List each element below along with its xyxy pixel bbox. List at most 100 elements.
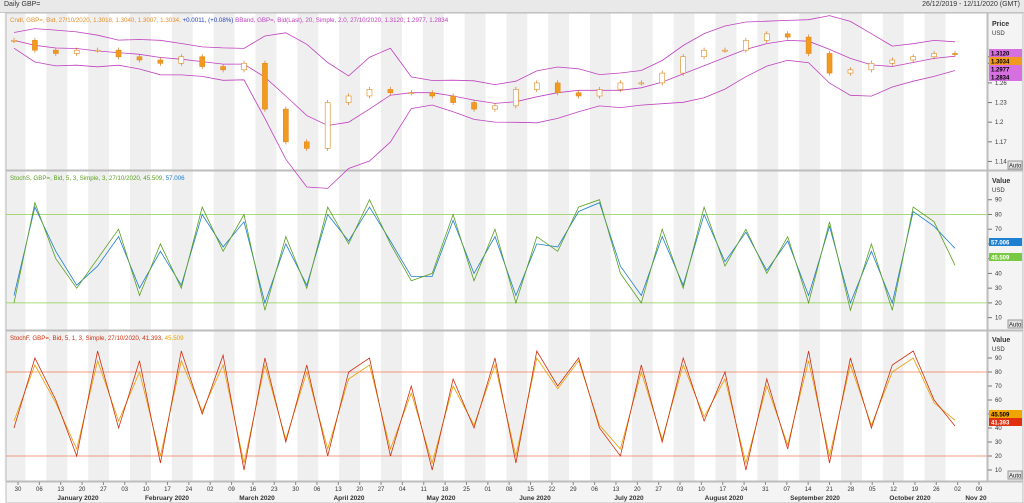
candle-body (94, 49, 101, 52)
candle-body (889, 59, 896, 64)
candle-body (805, 36, 812, 54)
week-band (590, 13, 611, 481)
stoch-slow-y-tick-label: 40 (995, 271, 1002, 277)
candle-body (157, 59, 164, 64)
x-day-label: 14 (805, 487, 812, 493)
legend-entry: (+0.08%) (206, 17, 233, 24)
x-month-label: May 2020 (427, 495, 456, 502)
candle-body (408, 92, 415, 95)
x-day-label: 20 (79, 487, 86, 493)
candle-body (53, 49, 59, 54)
x-day-label: 04 (399, 487, 406, 493)
candle-body (513, 89, 519, 107)
chart-canvas[interactable]: Price USD Value USD Value USD 1.31.291.2… (0, 0, 1024, 503)
week-band (506, 13, 528, 481)
candle-body (763, 33, 770, 41)
x-day-label: 20 (634, 487, 641, 493)
price-auto-label: Auto (1009, 164, 1022, 170)
x-day-label: 29 (570, 487, 577, 493)
stoch-fast-y-tick-label: 40 (995, 426, 1002, 432)
x-day-label: 13 (335, 487, 342, 493)
candle-body (847, 69, 854, 74)
x-day-label: 25 (463, 487, 470, 493)
candle-body (492, 105, 498, 110)
week-band (882, 13, 904, 481)
price-last-bb-upper-text: 1.3120 (991, 52, 1010, 58)
x-day-label: 20 (356, 487, 363, 493)
candle-body (324, 102, 331, 149)
stoch-slow-panel[interactable] (5, 170, 988, 331)
candle-body (701, 49, 707, 58)
legend-entry: StochS, GBP=, Bid, 5, 3, Simple, 3, 27/1… (10, 175, 164, 182)
x-day-label: 15 (527, 487, 534, 493)
price-y-tick-label: 1.17 (995, 140, 1007, 146)
x-day-label: 18 (442, 487, 449, 493)
candle-body (178, 56, 185, 64)
week-band (840, 13, 862, 481)
legend-entry: 57.006 (164, 175, 185, 182)
x-day-label: 22 (549, 487, 556, 493)
x-day-label: 01 (484, 487, 491, 493)
x-day-label: 12 (890, 487, 897, 493)
candle-body (387, 89, 394, 94)
week-band (171, 13, 193, 481)
stoch-slow-auto-label: Auto (1009, 323, 1022, 329)
x-month-label: August 2020 (705, 495, 744, 502)
candle-body (115, 49, 122, 58)
week-band (213, 13, 235, 481)
stoch-slow-axis[interactable] (987, 170, 1024, 331)
candle-body (73, 49, 80, 54)
x-day-label: 26 (933, 487, 940, 493)
legend-entry: Cndl, GBP=, Bid, 27/10/2020, 1.3018, 1.3… (10, 17, 181, 24)
x-day-label: 07 (783, 487, 790, 493)
price-axis-unit: USD (992, 31, 1005, 37)
x-day-label: 27 (100, 487, 107, 493)
week-band (799, 13, 821, 481)
candle-body (554, 82, 561, 94)
week-band (46, 13, 68, 481)
x-month-label: October 2020 (889, 495, 931, 502)
stoch-fast-legend: StochF, GBP=, Bid, 5, 1, 3, Simple, 27/1… (10, 335, 184, 342)
stoch-fast-y-tick-label: 60 (995, 398, 1002, 404)
stoch-fast-last-k-text: 41.393 (991, 421, 1010, 427)
x-day-label: 16 (250, 487, 257, 493)
week-band (339, 13, 361, 481)
stoch-fast-y-tick-label: 20 (995, 454, 1002, 460)
stoch-fast-panel[interactable] (5, 330, 988, 482)
x-day-label: 28 (848, 487, 855, 493)
x-day-label: 30 (292, 487, 299, 493)
candle-body (220, 66, 226, 71)
candle-body (199, 56, 205, 67)
x-day-label: 24 (741, 487, 748, 493)
week-shading (4, 13, 946, 481)
price-panel[interactable] (5, 12, 988, 171)
candle-body (303, 141, 310, 149)
x-day-label: 03 (121, 487, 128, 493)
candle-body (638, 82, 645, 85)
x-day-label: 06 (36, 487, 43, 493)
candle-body (680, 56, 686, 74)
stoch-slow-y-tick-label: 80 (995, 212, 1002, 218)
x-month-label: January 2020 (57, 495, 99, 502)
x-month-label: Nov 20 (965, 495, 987, 502)
week-band (380, 13, 402, 481)
week-band (130, 13, 151, 481)
x-day-label: 23 (271, 487, 278, 493)
candle-body (241, 62, 247, 71)
candle-body (596, 89, 603, 97)
candle-body (283, 108, 289, 143)
x-day-label: 09 (976, 487, 983, 493)
x-day-label: 03 (677, 487, 684, 493)
stoch-slow-last-d-text: 57.006 (991, 241, 1010, 247)
week-band (464, 13, 486, 481)
stoch-fast-axis[interactable] (987, 330, 1024, 482)
stoch-fast-y-tick-label: 10 (995, 468, 1002, 474)
legend-entry: 45.509 (163, 335, 184, 342)
legend-entry: StochF, GBP=, Bid, 5, 1, 3, Simple, 27/1… (10, 335, 163, 342)
price-legend: Cndl, GBP=, Bid, 27/10/2020, 1.3018, 1.3… (10, 17, 449, 24)
stoch-fast-y-tick-label: 90 (995, 356, 1002, 362)
x-day-label: 13 (57, 487, 64, 493)
candle-body (826, 53, 833, 74)
x-day-label: 02 (207, 487, 214, 493)
x-day-label: 21 (826, 487, 833, 493)
